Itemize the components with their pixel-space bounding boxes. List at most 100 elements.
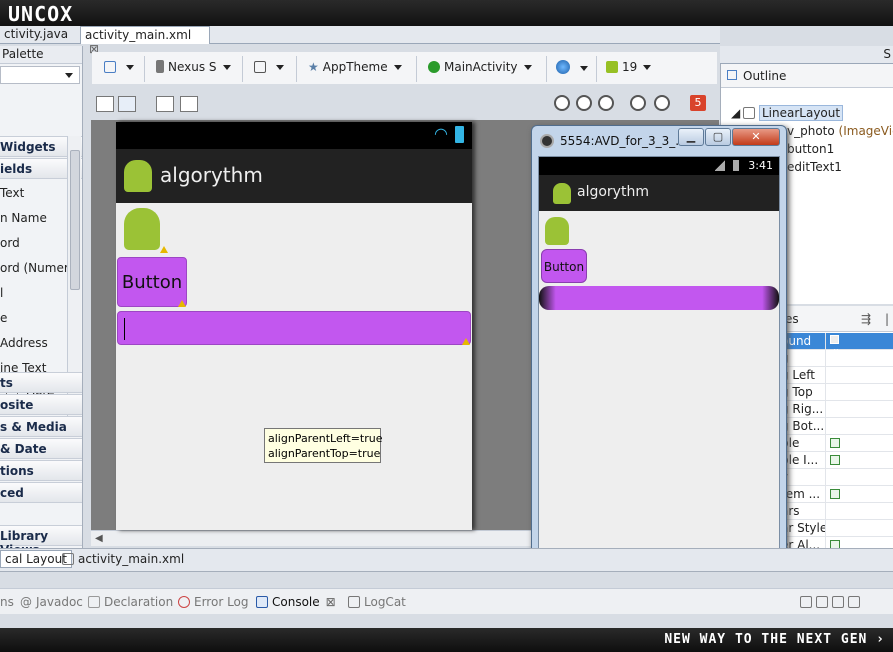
emulator-window[interactable]: 5554:AVD_for_3_3_... ▁ ▢ ✕ 3:41 algoryth… bbox=[531, 125, 787, 563]
emulator-button1[interactable]: Button bbox=[541, 249, 587, 283]
tab-error-log[interactable]: Error Log bbox=[178, 595, 249, 609]
tab-activity-main-xml[interactable]: activity_main.xml ⊠ bbox=[80, 26, 210, 56]
orientation-dropdown[interactable] bbox=[254, 60, 284, 74]
palette-item[interactable]: l bbox=[0, 286, 3, 300]
outline-node-button1[interactable]: button1 bbox=[787, 142, 834, 156]
fill-height-icon[interactable] bbox=[180, 96, 198, 112]
tab-label: Javadoc bbox=[36, 595, 83, 609]
palette-dropdown[interactable] bbox=[0, 66, 80, 84]
properties-toolbar-icon[interactable]: ⇶ bbox=[861, 312, 871, 326]
activity-dropdown[interactable]: MainActivity bbox=[428, 60, 532, 74]
property-value[interactable] bbox=[825, 367, 893, 384]
palette-cat-composite[interactable]: osite bbox=[0, 394, 82, 415]
property-value[interactable]: #eeeeee bbox=[825, 333, 893, 361]
minimize-button[interactable]: ▁ bbox=[678, 128, 704, 146]
property-value[interactable] bbox=[825, 401, 893, 418]
theme-dropdown[interactable]: ★ AppTheme bbox=[308, 60, 402, 74]
toolbar-divider bbox=[546, 56, 547, 82]
property-value[interactable] bbox=[825, 418, 893, 435]
property-key: er Al... bbox=[781, 538, 821, 548]
device-dropdown[interactable]: Nexus S bbox=[156, 60, 231, 74]
api-label: 19 bbox=[622, 60, 638, 74]
palette-cat-time-date[interactable]: & Date bbox=[0, 438, 82, 459]
tree-expand-icon[interactable]: ◢ bbox=[731, 106, 740, 120]
tab-problems[interactable]: ns bbox=[0, 595, 14, 609]
chevron-down-icon bbox=[643, 65, 652, 70]
tab-label: Console bbox=[272, 595, 320, 609]
palette-item[interactable]: n Name bbox=[0, 211, 47, 225]
image-view-photo[interactable] bbox=[124, 208, 160, 250]
theme-label: AppTheme bbox=[322, 60, 388, 74]
emulator-app-title: algorythm bbox=[577, 184, 649, 200]
config-chooser-button[interactable] bbox=[104, 60, 134, 74]
properties-tab-label[interactable]: es bbox=[785, 312, 799, 326]
fill-width-icon[interactable] bbox=[156, 96, 174, 112]
palette-item[interactable]: ord (Numeri bbox=[0, 261, 72, 275]
device-preview: ◠ algorythm Button bbox=[116, 122, 472, 530]
zoom-out-small-icon[interactable] bbox=[630, 95, 646, 111]
property-value[interactable] bbox=[825, 350, 893, 367]
outline-node-linearlayout[interactable]: LinearLayout bbox=[743, 105, 844, 121]
zoom-in-icon[interactable] bbox=[654, 95, 670, 111]
tab-label: activity_main.xml bbox=[85, 28, 192, 42]
tab-console[interactable]: Console ⊠ bbox=[256, 595, 336, 609]
scroll-thumb[interactable] bbox=[70, 150, 80, 290]
emulator-image-view[interactable] bbox=[545, 217, 569, 245]
declaration-icon bbox=[88, 596, 100, 608]
palette-cat-transitions[interactable]: tions bbox=[0, 460, 82, 481]
property-value[interactable] bbox=[825, 469, 893, 486]
display-console-icon bbox=[848, 596, 860, 608]
tab-logcat[interactable]: LogCat bbox=[348, 595, 406, 609]
palette-item[interactable]: Text bbox=[0, 186, 24, 200]
property-value[interactable] bbox=[825, 537, 893, 548]
emulator-screen[interactable]: 3:41 algorythm Button bbox=[538, 156, 780, 556]
tab-xml-source[interactable]: activity_main.xml bbox=[62, 552, 184, 566]
close-icon[interactable]: ⊠ bbox=[326, 595, 336, 609]
close-button[interactable]: ✕ bbox=[732, 128, 780, 146]
chevron-left-icon[interactable]: ◀ bbox=[95, 533, 103, 544]
zoom-out-icon[interactable] bbox=[554, 95, 570, 111]
console-toolbar-icon[interactable] bbox=[800, 595, 864, 609]
property-value[interactable] bbox=[825, 384, 893, 401]
palette-item[interactable]: Address bbox=[0, 336, 48, 350]
palette-cat-custom[interactable]: Library Views bbox=[0, 525, 82, 548]
palette-item[interactable]: ord bbox=[0, 236, 20, 250]
property-value[interactable] bbox=[825, 503, 893, 520]
preview-button1[interactable]: Button bbox=[117, 257, 187, 307]
checkbox[interactable] bbox=[830, 489, 840, 499]
outline-node-photo[interactable]: v_photo (ImageView bbox=[787, 124, 893, 138]
property-value[interactable] bbox=[825, 520, 893, 537]
warnings-badge[interactable]: 5 bbox=[690, 95, 706, 111]
tab-javadoc[interactable]: @ Javadoc bbox=[20, 595, 83, 609]
palette-cat-images-media[interactable]: s & Media bbox=[0, 416, 82, 437]
property-value[interactable] bbox=[825, 452, 893, 469]
locale-dropdown[interactable] bbox=[556, 60, 588, 75]
checkbox[interactable] bbox=[830, 455, 840, 465]
palette-cat-advanced[interactable]: ced bbox=[0, 482, 82, 503]
layout-horizontal-button[interactable] bbox=[96, 96, 114, 112]
maximize-button[interactable]: ▢ bbox=[705, 128, 731, 146]
tab-activity-java[interactable]: ctivity.java bbox=[0, 26, 72, 44]
divider-icon: | bbox=[885, 312, 890, 326]
property-value[interactable] bbox=[825, 435, 893, 452]
layout-vertical-button[interactable] bbox=[118, 96, 136, 112]
tab-declaration[interactable]: Declaration bbox=[88, 595, 173, 609]
chevron-down-icon bbox=[523, 65, 532, 70]
toolbar-divider bbox=[596, 56, 597, 82]
zoom-fit-icon[interactable] bbox=[576, 95, 592, 111]
checkbox[interactable] bbox=[830, 540, 840, 548]
api-level-dropdown[interactable]: 19 bbox=[606, 60, 652, 74]
property-value[interactable] bbox=[825, 486, 893, 503]
console-icon bbox=[256, 596, 268, 608]
palette-item[interactable]: e bbox=[0, 311, 7, 325]
checkbox[interactable] bbox=[830, 438, 840, 448]
emulator-edittext1[interactable] bbox=[539, 286, 779, 310]
outline-node-edittext1[interactable]: editText1 bbox=[787, 160, 842, 174]
rotate-icon bbox=[254, 61, 266, 73]
zoom-real-icon[interactable] bbox=[598, 95, 614, 111]
preview-edittext1[interactable] bbox=[117, 311, 471, 345]
right-panel-tab[interactable]: S bbox=[883, 47, 891, 61]
property-key: tem ... bbox=[781, 487, 821, 501]
at-icon: @ bbox=[20, 595, 32, 609]
palette-cat-layouts[interactable]: ts bbox=[0, 372, 82, 393]
